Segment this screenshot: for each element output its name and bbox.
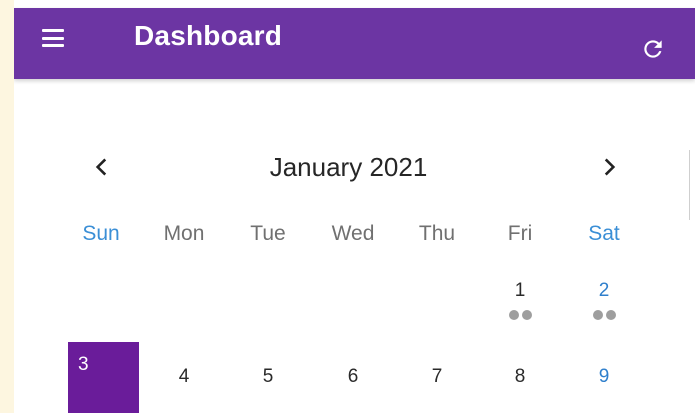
day-number: 5 bbox=[262, 366, 274, 387]
calendar-day-4[interactable]: 4 bbox=[149, 342, 219, 410]
weekday-thu: Thu bbox=[418, 222, 456, 245]
weekday-mon: Mon bbox=[163, 222, 205, 245]
event-dot bbox=[592, 310, 603, 320]
event-dot bbox=[521, 310, 532, 320]
day-number: 2 bbox=[598, 280, 610, 301]
hamburger-menu-icon[interactable] bbox=[42, 29, 64, 47]
calendar-day-1[interactable]: 1 bbox=[485, 280, 555, 348]
weekday-tue: Tue bbox=[250, 222, 286, 245]
day-number: 7 bbox=[431, 366, 443, 387]
chevron-right-icon[interactable] bbox=[596, 154, 622, 180]
app-title: Dashboard bbox=[134, 20, 283, 51]
calendar-day-6[interactable]: 6 bbox=[318, 342, 388, 410]
refresh-icon[interactable] bbox=[640, 36, 666, 62]
event-dots bbox=[485, 310, 555, 320]
weekday-row: Sun Mon Tue Wed Thu Fri Sat bbox=[14, 222, 695, 252]
panel-border bbox=[689, 150, 690, 220]
calendar-day-2[interactable]: 2 bbox=[569, 280, 639, 348]
calendar-day-9[interactable]: 9 bbox=[569, 342, 639, 410]
weekday-wed: Wed bbox=[331, 222, 375, 245]
event-dot bbox=[605, 310, 616, 320]
calendar-day-8[interactable]: 8 bbox=[485, 342, 555, 410]
day-number: 4 bbox=[178, 366, 190, 387]
event-dot bbox=[508, 310, 519, 320]
calendar-day-3[interactable]: 3 bbox=[68, 342, 139, 413]
weekday-sun: Sun bbox=[82, 222, 120, 245]
calendar-day-5[interactable]: 5 bbox=[233, 342, 303, 410]
day-number: 8 bbox=[514, 366, 526, 387]
calendar-day-7[interactable]: 7 bbox=[402, 342, 472, 410]
weekday-sat: Sat bbox=[588, 222, 620, 245]
calendar-header: January 2021 bbox=[14, 148, 695, 188]
app-frame: Dashboard January 2021 Sun Mon Tue Wed Thu Fr… bbox=[14, 0, 695, 413]
day-number: 9 bbox=[598, 366, 610, 387]
day-number: 6 bbox=[347, 366, 359, 387]
app-bar: Dashboard bbox=[14, 8, 695, 79]
day-number: 1 bbox=[514, 280, 526, 301]
day-number: 3 bbox=[78, 354, 89, 375]
event-dots bbox=[569, 310, 639, 320]
month-label: January 2021 bbox=[269, 152, 428, 182]
weekday-fri: Fri bbox=[507, 222, 533, 245]
